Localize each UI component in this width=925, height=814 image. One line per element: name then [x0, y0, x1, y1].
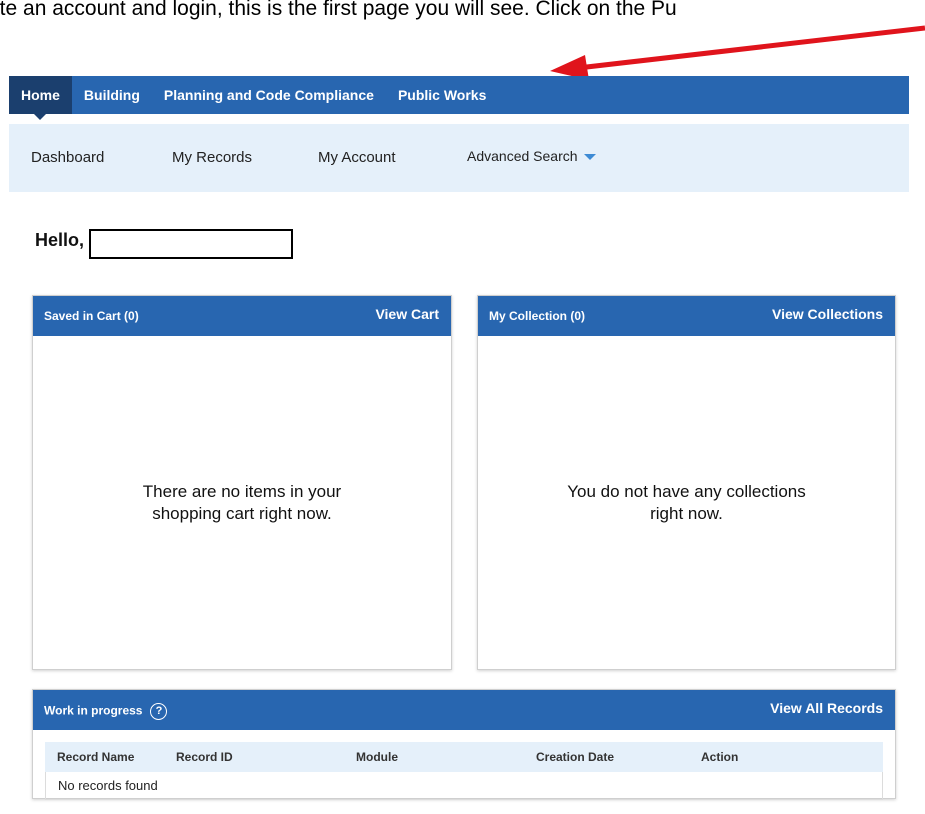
wip-title-text: Work in progress: [44, 703, 143, 718]
column-module[interactable]: Module: [356, 750, 398, 764]
cart-panel-body: There are no items in your shopping cart…: [33, 336, 451, 669]
tab-building[interactable]: Building: [72, 76, 152, 114]
tab-planning-label: Planning and Code Compliance: [163, 87, 374, 103]
collection-panel-header: My Collection (0) View Collections: [478, 296, 895, 336]
cart-empty-message: There are no items in your shopping cart…: [142, 481, 342, 523]
top-navigation: Home Building Planning and Code Complian…: [9, 76, 909, 120]
column-record-name[interactable]: Record Name: [57, 750, 134, 764]
table-row: No records found: [45, 772, 883, 800]
collection-empty-message: You do not have any collections right no…: [567, 481, 806, 523]
view-cart-link[interactable]: View Cart: [375, 306, 439, 322]
collection-panel-body: You do not have any collections right no…: [478, 336, 895, 669]
active-tab-caret: [34, 114, 47, 120]
tab-building-label: Building: [83, 87, 140, 103]
tab-public-works[interactable]: Public Works: [386, 76, 498, 114]
subnav-advanced-search[interactable]: Advanced Search: [467, 124, 596, 192]
work-in-progress-panel: Work in progress? View All Records Recor…: [32, 689, 896, 800]
records-table-header: Record Name Record ID Module Creation Da…: [45, 742, 883, 772]
view-all-records-link[interactable]: View All Records: [770, 700, 883, 716]
advanced-search-label: Advanced Search: [467, 148, 578, 164]
greeting: Hello,: [35, 230, 85, 250]
redacted-username-box: [89, 229, 293, 259]
cart-panel: Saved in Cart (0) View Cart There are no…: [32, 295, 452, 670]
tab-planning-code-compliance[interactable]: Planning and Code Compliance: [152, 76, 386, 114]
subnav-dashboard[interactable]: Dashboard: [31, 124, 104, 192]
view-collections-link[interactable]: View Collections: [772, 306, 883, 322]
subnav-my-account[interactable]: My Account: [318, 124, 396, 192]
cart-panel-header: Saved in Cart (0) View Cart: [33, 296, 451, 336]
wip-panel-title: Work in progress?: [44, 703, 168, 720]
tab-home[interactable]: Home: [9, 76, 72, 120]
subnav-my-records[interactable]: My Records: [172, 124, 252, 192]
records-table: Record Name Record ID Module Creation Da…: [45, 742, 883, 800]
help-icon[interactable]: ?: [150, 703, 168, 720]
instruction-caption-text: ate an account and login, this is the fi…: [0, 0, 677, 20]
collection-panel: My Collection (0) View Collections You d…: [477, 295, 896, 670]
instruction-caption: ate an account and login, this is the fi…: [0, 0, 925, 24]
cart-panel-title: Saved in Cart (0): [44, 309, 139, 323]
column-record-id[interactable]: Record ID: [176, 750, 233, 764]
collection-panel-title: My Collection (0): [489, 309, 586, 323]
sub-navigation: Dashboard My Records My Account Advanced…: [9, 124, 909, 192]
chevron-down-icon: [583, 154, 596, 161]
column-creation-date[interactable]: Creation Date: [536, 750, 614, 764]
column-action: Action: [701, 750, 739, 764]
wip-panel-header: Work in progress? View All Records: [33, 690, 895, 730]
tab-home-label: Home: [21, 87, 60, 103]
arrow-shaft: [577, 25, 925, 71]
tab-public-works-label: Public Works: [397, 87, 487, 103]
no-records-message: No records found: [58, 778, 158, 793]
